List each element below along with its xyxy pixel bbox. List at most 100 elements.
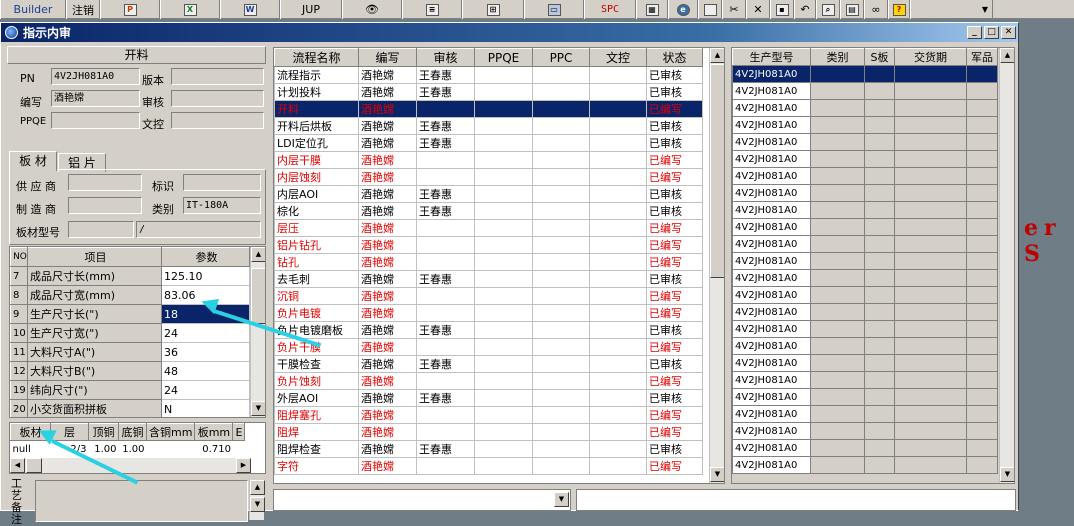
process-scrollbar[interactable]: ▲ ▼ xyxy=(709,48,724,483)
scroll-up-icon[interactable]: ▲ xyxy=(1000,48,1014,63)
doc-control-field[interactable] xyxy=(171,112,264,129)
scroll-up-icon[interactable]: ▲ xyxy=(710,48,724,63)
scroll-left-icon[interactable]: ◀ xyxy=(10,458,25,473)
param-value[interactable]: 36 xyxy=(161,342,250,362)
print-icon-button[interactable]: ▤ xyxy=(840,0,864,19)
undo-icon-button[interactable]: ↶ xyxy=(794,0,816,19)
param-grid[interactable]: NO 项目 参数 7 成品尺寸长(mm) 125.10 8 成品尺寸宽(mm) 83.06… xyxy=(9,246,266,418)
model-row[interactable]: 4V2JH081A0 xyxy=(732,82,998,100)
minimize-button[interactable]: _ xyxy=(967,26,982,39)
param-row[interactable]: 7 成品尺寸长(mm) 125.10 xyxy=(10,266,250,286)
scroll-down-icon[interactable]: ▼ xyxy=(250,497,265,512)
manufacturer-field[interactable] xyxy=(68,197,142,214)
excel-icon-button[interactable]: X xyxy=(160,0,220,19)
model-row[interactable]: 4V2JH081A0 xyxy=(732,388,998,406)
param-value[interactable]: 48 xyxy=(161,361,250,381)
process-row[interactable]: 钻孔 酒艳嫦 已编写 xyxy=(274,253,703,271)
model-row[interactable]: 4V2JH081A0 xyxy=(732,337,998,355)
network-icon-button[interactable]: ⊞ xyxy=(462,0,524,19)
delete-icon-button[interactable]: ✕ xyxy=(746,0,770,19)
help-icon-button[interactable]: ? xyxy=(888,0,910,19)
process-row[interactable]: 负片电镀 酒艳嫦 已编写 xyxy=(274,304,703,322)
process-header[interactable]: 文控 xyxy=(589,48,647,67)
model-row[interactable]: 4V2JH081A0 xyxy=(732,286,998,304)
process-row[interactable]: 棕化 酒艳嫦 王春惠 已审核 xyxy=(274,202,703,220)
process-row[interactable]: 沉铜 酒艳嫦 已编写 xyxy=(274,287,703,305)
scroll-down-icon[interactable]: ▼ xyxy=(1000,467,1014,482)
process-row[interactable]: 层压 酒艳嫦 已编写 xyxy=(274,219,703,237)
process-header[interactable]: PPC xyxy=(532,48,590,67)
param-value[interactable]: 125.10 xyxy=(161,266,250,286)
computer-icon-button[interactable]: ▭ xyxy=(524,0,584,19)
tab-board[interactable]: 板 材 xyxy=(9,151,57,171)
process-header[interactable]: PPQE xyxy=(474,48,533,67)
bottom-right-box[interactable] xyxy=(576,489,1016,511)
param-row[interactable]: 12 大料尺寸B(") 48 xyxy=(10,361,250,381)
model-row[interactable]: 4V2JH081A0 xyxy=(732,320,998,338)
pn-field[interactable]: 4V2JH081A0 xyxy=(51,68,140,85)
process-header[interactable]: 审核 xyxy=(416,48,475,67)
spc-button[interactable]: SPC xyxy=(584,0,636,19)
new-file-icon-button[interactable] xyxy=(698,0,722,19)
process-row[interactable]: 开料 酒艳嫦 已编写 xyxy=(274,100,703,118)
model-row[interactable]: 4V2JH081A0 xyxy=(732,150,998,168)
model-row[interactable]: 4V2JH081A0 xyxy=(732,218,998,236)
process-header[interactable]: 流程名称 xyxy=(274,48,359,67)
model-row[interactable]: 4V2JH081A0 xyxy=(732,405,998,423)
ppqe-field[interactable] xyxy=(51,112,140,129)
scroll-down-icon[interactable]: ▼ xyxy=(710,467,724,482)
review-field[interactable] xyxy=(171,90,264,107)
scroll-up-icon[interactable]: ▲ xyxy=(250,480,265,495)
param-value[interactable]: N xyxy=(161,399,250,417)
jup-button[interactable]: JUP xyxy=(280,0,342,19)
param-value[interactable]: 24 xyxy=(161,380,250,400)
process-row[interactable]: 阻焊检查 酒艳嫦 王春惠 已审核 xyxy=(274,440,703,458)
model-row[interactable]: 4V2JH081A0 xyxy=(732,65,998,83)
scroll-thumb[interactable] xyxy=(251,268,265,324)
model-scrollbar[interactable]: ▲ ▼ xyxy=(999,48,1014,483)
scroll-up-icon[interactable]: ▲ xyxy=(251,247,265,262)
model-header[interactable]: 交货期 xyxy=(894,48,967,66)
model-header[interactable]: 军品 xyxy=(966,48,998,66)
param-value[interactable]: 24 xyxy=(161,323,250,343)
register-button[interactable]: 注销 xyxy=(66,0,100,19)
process-row[interactable]: 去毛刺 酒艳嫦 王春惠 已审核 xyxy=(274,270,703,288)
model-row[interactable]: 4V2JH081A0 xyxy=(732,184,998,202)
model-row[interactable]: 4V2JH081A0 xyxy=(732,116,998,134)
toolbar-dropdown[interactable]: ▼ xyxy=(910,0,993,19)
process-row[interactable]: 内层干膜 酒艳嫦 已编写 xyxy=(274,151,703,169)
param-row[interactable]: 19 纬向尺寸(") 24 xyxy=(10,380,250,400)
layer-hscrollbar[interactable]: ◀ ▶ xyxy=(10,458,251,473)
builder-button[interactable]: Builder xyxy=(0,0,66,19)
model-row[interactable]: 4V2JH081A0 xyxy=(732,456,998,474)
word-icon-button[interactable]: W xyxy=(220,0,280,19)
param-scrollbar[interactable]: ▲ ▼ xyxy=(250,247,265,417)
process-header[interactable]: 编写 xyxy=(358,48,417,67)
process-row[interactable]: 开料后烘板 酒艳嫦 王春惠 已审核 xyxy=(274,117,703,135)
model-row[interactable]: 4V2JH081A0 xyxy=(732,354,998,372)
model-row[interactable]: 4V2JH081A0 xyxy=(732,167,998,185)
model-row[interactable]: 4V2JH081A0 xyxy=(732,201,998,219)
calendar-icon-button[interactable]: ▦ xyxy=(636,0,668,19)
process-row[interactable]: 计划投料 酒艳嫦 王春惠 已审核 xyxy=(274,83,703,101)
param-row[interactable]: 11 大料尺寸A(") 36 xyxy=(10,342,250,362)
process-row[interactable]: 负片电镀磨板 酒艳嫦 王春惠 已审核 xyxy=(274,321,703,339)
model-header[interactable]: S板 xyxy=(864,48,895,66)
process-row[interactable]: 阻焊塞孔 酒艳嫦 已编写 xyxy=(274,406,703,424)
preview-icon-button[interactable]: ⌕ xyxy=(816,0,840,19)
process-row[interactable]: 外层AOI 酒艳嫦 王春惠 已审核 xyxy=(274,389,703,407)
model-header[interactable]: 类别 xyxy=(810,48,865,66)
board-model-field[interactable] xyxy=(68,221,134,238)
hscroll-thumb[interactable] xyxy=(26,458,42,473)
param-row[interactable]: 20 小交货面积拼板 N xyxy=(10,399,250,417)
process-row[interactable]: 字符 酒艳嫦 已编写 xyxy=(274,457,703,475)
chevron-down-icon[interactable]: ▼ xyxy=(554,492,569,507)
ppt-icon-button[interactable]: P xyxy=(100,0,160,19)
param-row[interactable]: 10 生产尺寸宽(") 24 xyxy=(10,323,250,343)
process-row[interactable]: 阻焊 酒艳嫦 已编写 xyxy=(274,423,703,441)
version-field[interactable] xyxy=(171,68,264,85)
model-row[interactable]: 4V2JH081A0 xyxy=(732,422,998,440)
eye-icon-button[interactable]: 👁 xyxy=(342,0,402,19)
process-row[interactable]: 铝片钻孔 酒艳嫦 已编写 xyxy=(274,236,703,254)
board-model-field-2[interactable]: / xyxy=(136,221,261,238)
